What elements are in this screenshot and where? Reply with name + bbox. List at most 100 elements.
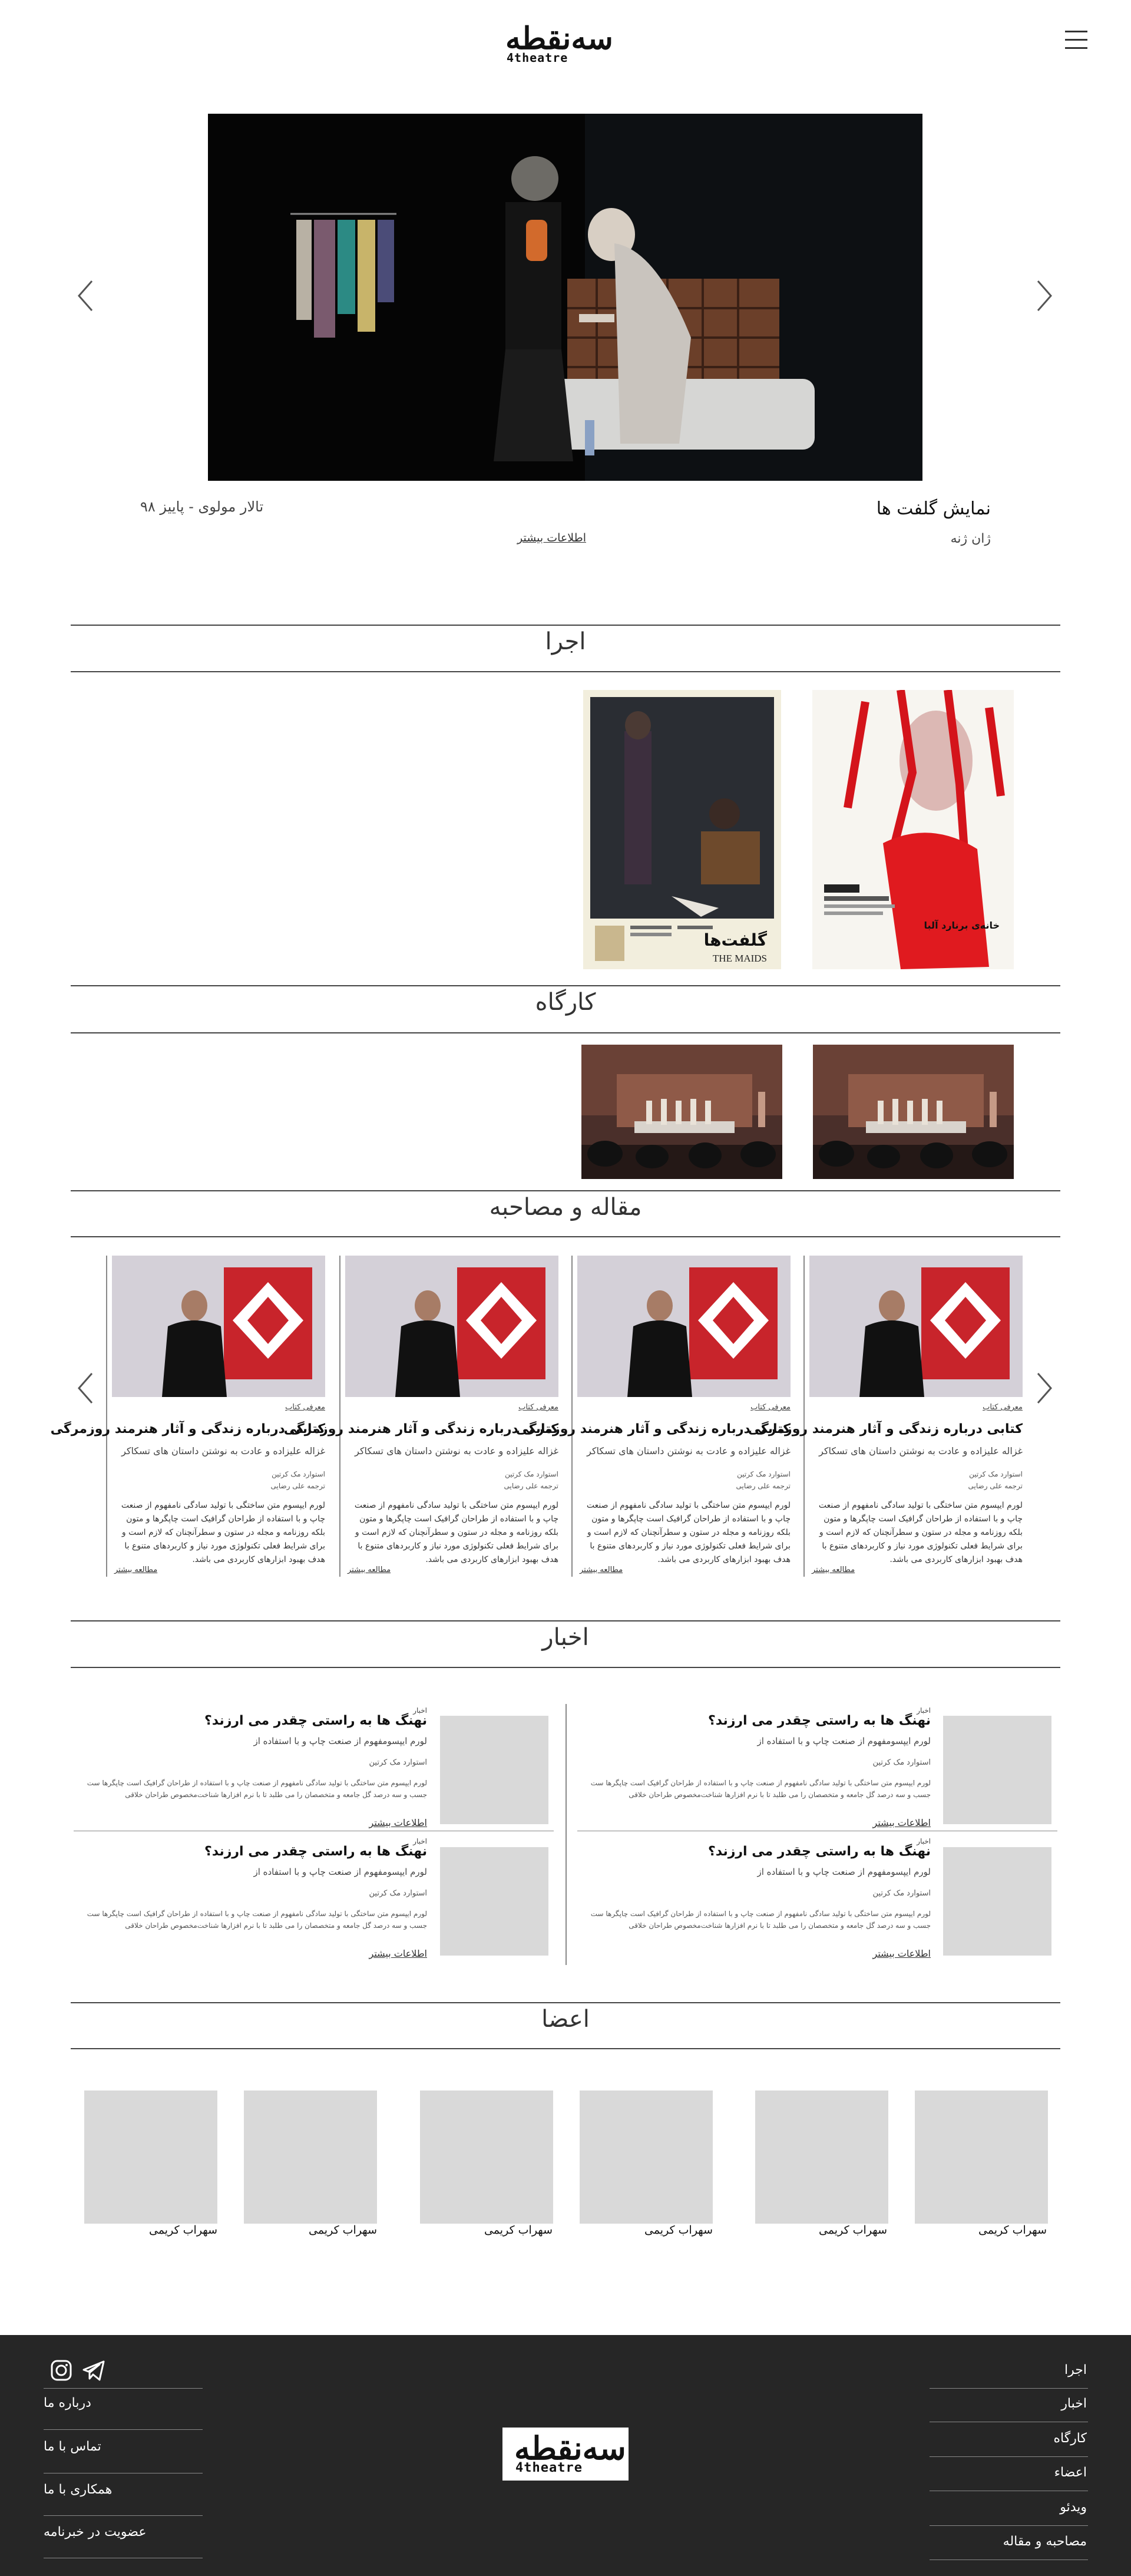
article-image[interactable] — [345, 1256, 558, 1397]
footer-link-workshop[interactable]: کارگاه — [1053, 2431, 1087, 2446]
news-item: اخبار نهنگ ها به راستی چقدر می ارزند؟ لو… — [74, 1706, 427, 1830]
article-author: استوارد مک کرتین — [969, 1470, 1023, 1478]
member-name: سهراب کریمی — [308, 2224, 377, 2237]
news-more-link[interactable]: اطلاعات بیشتر — [872, 1948, 931, 1959]
articles-prev-arrow-icon[interactable] — [74, 1370, 98, 1406]
card-divider — [803, 1256, 805, 1577]
workshop-photo[interactable] — [581, 1045, 782, 1179]
member-name: سهراب کریمی — [818, 2224, 887, 2237]
menu-icon[interactable] — [1065, 31, 1087, 54]
footer-link-articles[interactable]: مصاحبه و مقاله — [1003, 2534, 1087, 2549]
footer-link-members[interactable]: اعضاء — [1054, 2465, 1087, 2480]
news-column-divider — [566, 1704, 567, 1965]
article-body: لورم ایپسوم متن ساختگی با تولید سادگی نا… — [586, 1501, 791, 1564]
news-body: لورم ایپسوم متن ساختگی با تولید سادگی نا… — [590, 1910, 931, 1930]
footer-logo[interactable]: سه‌نقطه 4theatre — [502, 2428, 629, 2481]
poster-blood[interactable]: خانه‌ی برنارد آلبا — [812, 690, 1014, 969]
member-avatar[interactable] — [84, 2090, 217, 2224]
site-logo[interactable]: سه‌نقطه 4theatre — [495, 21, 616, 66]
articles-next-arrow-icon[interactable] — [1032, 1370, 1056, 1406]
news-subtitle: لورم ایپسومفهوم از صنعت چاپ و با استفاده… — [757, 1736, 931, 1746]
workshop-photo[interactable] — [813, 1045, 1014, 1179]
section-divider — [71, 671, 1060, 672]
poster-blood-title: خانه‌ی برنارد آلبا — [924, 920, 1000, 931]
footer-link-newsletter[interactable]: عضویت در خبرنامه — [44, 2525, 147, 2539]
poster-maids-title-fa: گلفت‌ها — [703, 930, 767, 950]
telegram-icon[interactable] — [81, 2359, 106, 2382]
news-author: استوارد مک کرتین — [872, 1889, 931, 1898]
logo-sub: 4theatre — [515, 2461, 583, 2475]
footer-link-news[interactable]: اخبار — [1061, 2396, 1087, 2411]
member-name: سهراب کریمی — [978, 2224, 1047, 2237]
news-subtitle: لورم ایپسومفهوم از صنعت چاپ و با استفاده… — [757, 1867, 931, 1877]
hero-title: نمایش گلفت ها — [876, 498, 991, 519]
footer-link-about[interactable]: درباره ما — [44, 2396, 91, 2410]
article-more-link[interactable]: مطالعه بیشتر — [580, 1566, 623, 1574]
poster-maids[interactable]: گلفت‌ها THE MAIDS — [583, 690, 781, 969]
hero-more-link[interactable]: اطلاعات بیشتر — [517, 531, 586, 544]
footer-link-contact[interactable]: تماس با ما — [44, 2439, 101, 2454]
member-avatar[interactable] — [244, 2090, 377, 2224]
section-divider — [71, 2002, 1060, 2003]
news-title[interactable]: نهنگ ها به راستی چقدر می ارزند؟ — [708, 1844, 931, 1859]
article-tag[interactable]: معرفی کتاب — [285, 1403, 325, 1412]
section-title-members: اعضا — [541, 2006, 590, 2033]
news-title[interactable]: نهنگ ها به راستی چقدر می ارزند؟ — [204, 1844, 427, 1859]
hero-prev-arrow-icon[interactable] — [74, 278, 98, 313]
footer-rule — [930, 2456, 1088, 2457]
news-more-link[interactable]: اطلاعات بیشتر — [872, 1817, 931, 1828]
section-divider — [71, 625, 1060, 626]
article-title[interactable]: کتابی درباره زندگی و آثار هنرمند روزمرگی — [51, 1422, 325, 1436]
section-title-performance: اجرا — [545, 628, 586, 655]
hero-next-arrow-icon[interactable] — [1032, 278, 1056, 313]
article-tag[interactable]: معرفی کتاب — [518, 1403, 558, 1412]
footer: اجرا اخبار کارگاه اعضاء ویدئو مصاحبه و م… — [0, 2335, 1131, 2576]
news-thumbnail[interactable] — [943, 1716, 1051, 1824]
news-item: اخبار نهنگ ها به راستی چقدر می ارزند؟ لو… — [74, 1837, 427, 1961]
news-more-link[interactable]: اطلاعات بیشتر — [369, 1948, 427, 1959]
article-translator: ترجمه علی رضایی — [968, 1482, 1023, 1490]
news-body: لورم ایپسوم متن ساختگی با تولید سادگی نا… — [87, 1910, 427, 1930]
article-translator: ترجمه علی رضایی — [270, 1482, 326, 1490]
footer-rule — [44, 2388, 203, 2389]
article-more-link[interactable]: مطالعه بیشتر — [812, 1566, 855, 1574]
article-body: لورم ایپسوم متن ساختگی با تولید سادگی نا… — [354, 1501, 558, 1564]
news-author: استوارد مک کرتین — [369, 1758, 427, 1767]
footer-link-cooperate[interactable]: همکاری با ما — [44, 2482, 112, 2497]
article-more-link[interactable]: مطالعه بیشتر — [114, 1566, 157, 1574]
news-item: اخبار نهنگ ها به راستی چقدر می ارزند؟ لو… — [577, 1706, 931, 1830]
article-tag[interactable]: معرفی کتاب — [750, 1403, 791, 1412]
article-image[interactable] — [112, 1256, 325, 1397]
section-title-workshop: کارگاه — [535, 989, 596, 1016]
instagram-icon[interactable] — [49, 2359, 73, 2382]
member-avatar[interactable] — [580, 2090, 713, 2224]
article-author: استوارد مک کرتین — [737, 1470, 791, 1478]
member-avatar[interactable] — [420, 2090, 553, 2224]
article-tag[interactable]: معرفی کتاب — [983, 1403, 1023, 1412]
news-body: لورم ایپسوم متن ساختگی با تولید سادگی نا… — [87, 1779, 427, 1799]
footer-link-performance[interactable]: اجرا — [1064, 2363, 1087, 2377]
news-more-link[interactable]: اطلاعات بیشتر — [369, 1817, 427, 1828]
article-translator: ترجمه علی رضایی — [504, 1482, 559, 1490]
news-thumbnail[interactable] — [440, 1716, 548, 1824]
article-body: لورم ایپسوم متن ساختگی با تولید سادگی نا… — [121, 1501, 325, 1564]
member-avatar[interactable] — [755, 2090, 888, 2224]
article-more-link[interactable]: مطالعه بیشتر — [348, 1566, 391, 1574]
footer-rule — [44, 2515, 203, 2516]
news-title[interactable]: نهنگ ها به راستی چقدر می ارزند؟ — [708, 1713, 931, 1728]
card-divider — [106, 1256, 107, 1577]
article-subtitle: غزاله علیزاده و عادت به نوشتن داستان های… — [121, 1445, 325, 1457]
news-thumbnail[interactable] — [440, 1847, 548, 1956]
section-title-news: اخبار — [542, 1624, 589, 1651]
news-thumbnail[interactable] — [943, 1847, 1051, 1956]
news-body: لورم ایپسوم متن ساختگی با تولید سادگی نا… — [590, 1779, 931, 1799]
article-image[interactable] — [809, 1256, 1023, 1397]
article-author: استوارد مک کرتین — [505, 1470, 558, 1478]
footer-link-video[interactable]: ویدئو — [1060, 2500, 1087, 2515]
news-subtitle: لورم ایپسومفهوم از صنعت چاپ و با استفاده… — [253, 1736, 427, 1746]
section-divider — [71, 2048, 1060, 2049]
section-divider — [71, 1236, 1060, 1237]
article-image[interactable] — [577, 1256, 791, 1397]
member-avatar[interactable] — [915, 2090, 1048, 2224]
news-title[interactable]: نهنگ ها به راستی چقدر می ارزند؟ — [204, 1713, 427, 1728]
